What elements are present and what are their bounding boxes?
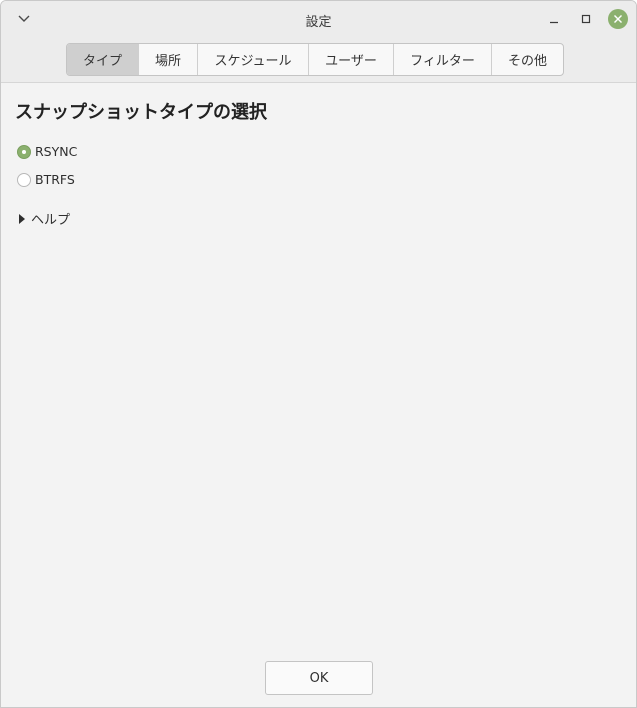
window-title: 設定 [305, 15, 332, 30]
radio-unselected-icon[interactable] [17, 172, 31, 187]
help-expander[interactable]: ヘルプ [19, 209, 70, 228]
tab-filters[interactable]: フィルター [394, 44, 492, 75]
close-button[interactable] [608, 9, 628, 29]
triangle-right-icon [19, 213, 25, 224]
tab-type[interactable]: タイプ [67, 44, 139, 75]
minimize-button[interactable] [544, 9, 564, 29]
settings-window: 設定 タイプ 場所 スケジュール ユーザー フィルター その他 スナップショット… [0, 0, 637, 708]
radio-label: RSYNC [35, 144, 78, 159]
section-heading: スナップショットタイプの選択 [15, 102, 267, 123]
tab-location[interactable]: 場所 [139, 44, 198, 75]
radio-label: BTRFS [35, 172, 75, 187]
tab-misc[interactable]: その他 [492, 44, 563, 75]
maximize-button[interactable] [576, 9, 596, 29]
radio-selected-icon[interactable] [17, 144, 31, 159]
minimize-icon [550, 21, 558, 24]
radio-option-rsync[interactable]: RSYNC [17, 144, 77, 159]
radio-option-btrfs[interactable]: BTRFS [17, 172, 75, 187]
tab-schedule[interactable]: スケジュール [198, 44, 309, 75]
maximize-icon [581, 14, 591, 24]
ok-button[interactable]: OK [265, 661, 373, 695]
help-expander-label: ヘルプ [31, 213, 71, 228]
tab-bar: タイプ 場所 スケジュール ユーザー フィルター その他 [66, 43, 564, 76]
close-icon [614, 15, 622, 23]
header-bar: 設定 タイプ 場所 スケジュール ユーザー フィルター その他 [1, 1, 636, 83]
tab-users[interactable]: ユーザー [309, 44, 394, 75]
